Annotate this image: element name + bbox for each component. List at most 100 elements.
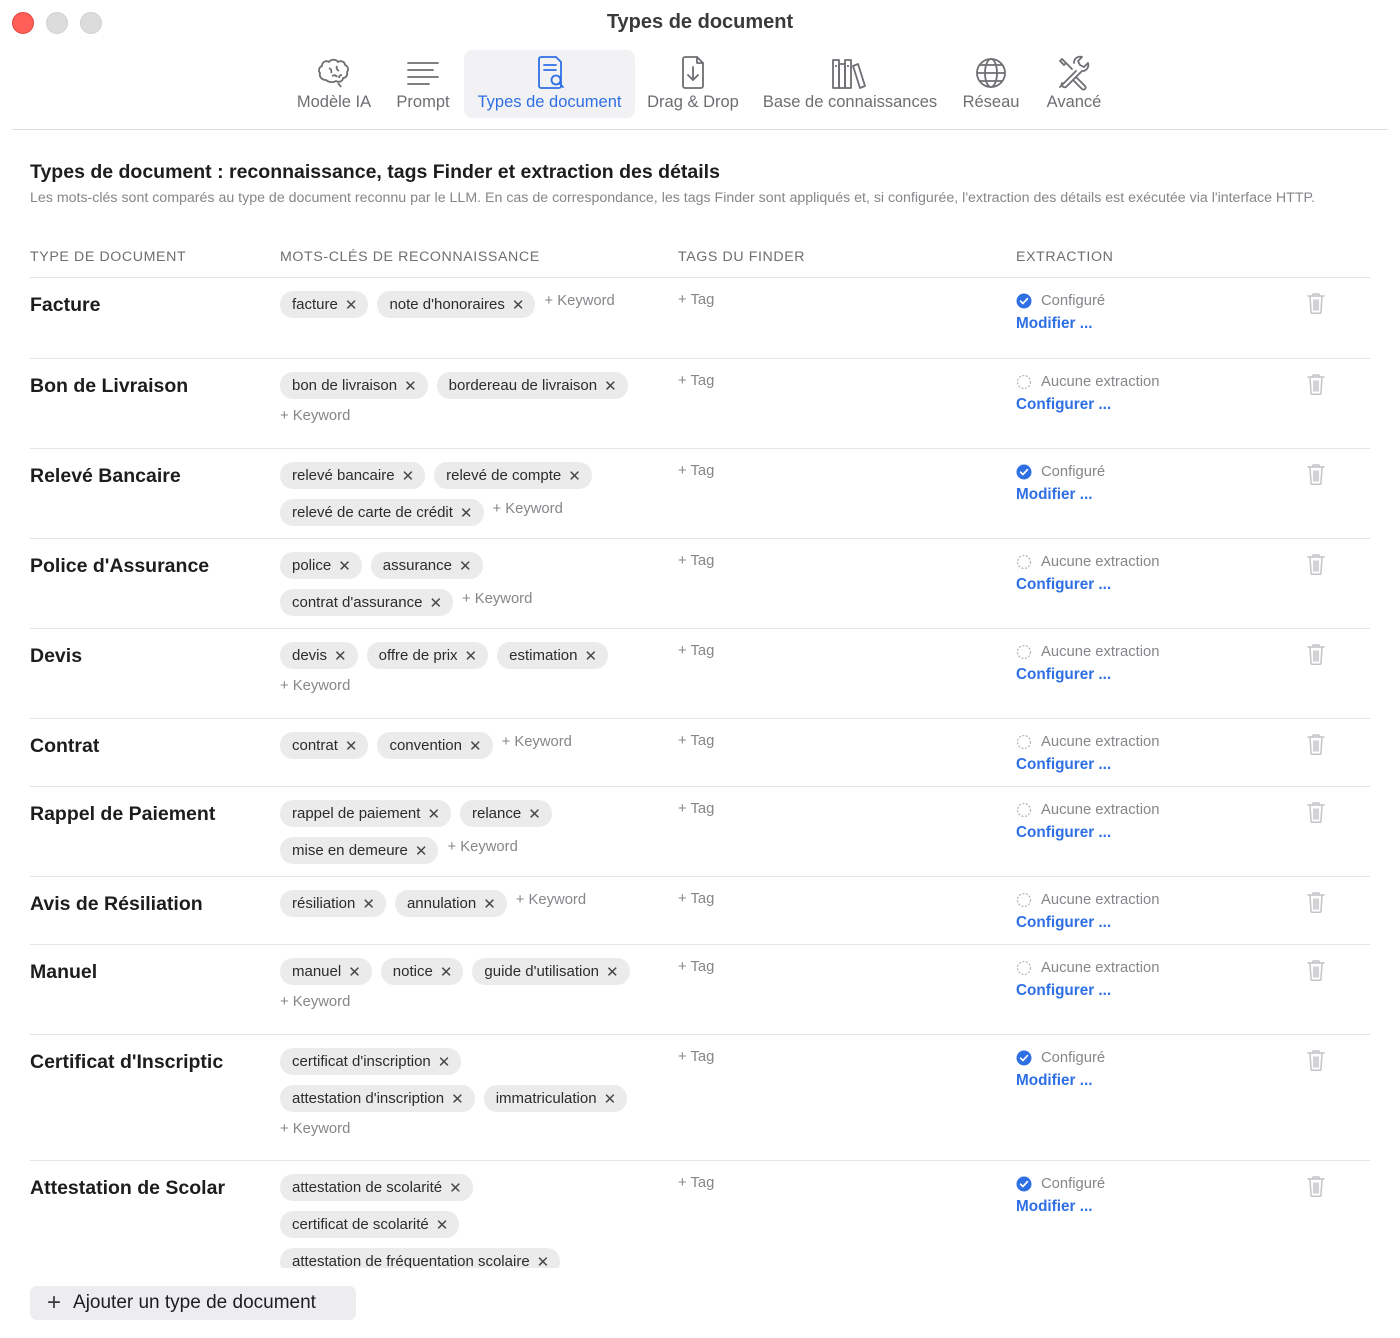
extraction-status: Aucune extraction: [1016, 552, 1159, 572]
remove-keyword-icon[interactable]: ✕: [483, 895, 496, 913]
extraction-status: Configuré: [1016, 1048, 1105, 1068]
add-keyword-button[interactable]: + Keyword: [447, 834, 517, 861]
configure-extraction-link[interactable]: Configurer ...: [1016, 914, 1159, 932]
trash-icon[interactable]: [1306, 552, 1326, 576]
add-keyword-button[interactable]: + Keyword: [462, 586, 532, 613]
document-type-name[interactable]: Rappel de Paiement: [30, 803, 228, 826]
extraction-status-label: Aucune extraction: [1041, 644, 1160, 660]
trash-icon[interactable]: [1306, 462, 1326, 486]
document-type-name[interactable]: Devis: [30, 645, 228, 668]
remove-keyword-icon[interactable]: ✕: [429, 594, 442, 612]
remove-keyword-icon[interactable]: ✕: [338, 557, 351, 575]
remove-keyword-icon[interactable]: ✕: [604, 1090, 617, 1108]
document-type-name[interactable]: Attestation de Scolar: [30, 1177, 228, 1200]
remove-keyword-icon[interactable]: ✕: [469, 737, 482, 755]
tab-types-de-document[interactable]: Types de document: [464, 50, 635, 118]
configure-extraction-link[interactable]: Configurer ...: [1016, 982, 1159, 1000]
modify-extraction-link[interactable]: Modifier ...: [1016, 315, 1105, 333]
add-keyword-button[interactable]: + Keyword: [280, 1116, 350, 1143]
add-tag-button[interactable]: + Tag: [678, 643, 714, 659]
remove-keyword-icon[interactable]: ✕: [404, 377, 417, 395]
document-type-name[interactable]: Bon de Livraison: [30, 375, 228, 398]
remove-keyword-icon[interactable]: ✕: [568, 467, 581, 485]
modify-extraction-link[interactable]: Modifier ...: [1016, 1072, 1105, 1090]
remove-keyword-icon[interactable]: ✕: [451, 1090, 464, 1108]
trash-icon[interactable]: [1306, 958, 1326, 982]
remove-keyword-icon[interactable]: ✕: [438, 1053, 451, 1071]
add-tag-button[interactable]: + Tag: [678, 463, 714, 479]
tab-avance[interactable]: Avancé: [1038, 50, 1110, 118]
table-row: Facture facture ✕ note d'honoraires ✕ + Keywo…: [30, 278, 1370, 359]
tab-modele-ia[interactable]: Modèle IA: [290, 50, 378, 118]
tab-drag-and-drop[interactable]: Drag & Drop: [642, 50, 744, 118]
configure-extraction-link[interactable]: Configurer ...: [1016, 824, 1159, 842]
tab-prompt[interactable]: Prompt: [389, 50, 457, 118]
remove-keyword-icon[interactable]: ✕: [345, 737, 358, 755]
trash-icon[interactable]: [1306, 890, 1326, 914]
remove-keyword-icon[interactable]: ✕: [345, 296, 358, 314]
document-type-name[interactable]: Contrat: [30, 735, 228, 758]
add-keyword-button[interactable]: + Keyword: [493, 496, 563, 523]
remove-keyword-icon[interactable]: ✕: [537, 1253, 550, 1269]
document-type-name[interactable]: Police d'Assurance: [30, 555, 228, 578]
trash-icon[interactable]: [1306, 732, 1326, 756]
remove-keyword-icon[interactable]: ✕: [465, 647, 478, 665]
trash-icon[interactable]: [1306, 800, 1326, 824]
add-keyword-button[interactable]: + Keyword: [502, 729, 572, 756]
keyword-chip-label: rappel de paiement: [292, 805, 421, 822]
add-keyword-button[interactable]: + Keyword: [544, 288, 614, 315]
add-tag-button[interactable]: + Tag: [678, 733, 714, 749]
remove-keyword-icon[interactable]: ✕: [585, 647, 598, 665]
add-tag-button[interactable]: + Tag: [678, 292, 714, 308]
add-tag-button[interactable]: + Tag: [678, 553, 714, 569]
configure-extraction-link[interactable]: Configurer ...: [1016, 756, 1159, 774]
remove-keyword-icon[interactable]: ✕: [604, 377, 617, 395]
trash-icon[interactable]: [1306, 291, 1326, 315]
remove-keyword-icon[interactable]: ✕: [606, 963, 619, 981]
document-type-name[interactable]: Facture: [30, 294, 228, 317]
remove-keyword-icon[interactable]: ✕: [427, 805, 440, 823]
trash-icon[interactable]: [1306, 1048, 1326, 1072]
configure-extraction-link[interactable]: Configurer ...: [1016, 666, 1159, 684]
document-type-name[interactable]: Relevé Bancaire: [30, 465, 228, 488]
document-type-name[interactable]: Avis de Résiliation: [30, 893, 228, 916]
modify-extraction-link[interactable]: Modifier ...: [1016, 486, 1105, 504]
add-keyword-button[interactable]: + Keyword: [516, 887, 586, 914]
add-tag-button[interactable]: + Tag: [678, 959, 714, 975]
remove-keyword-icon[interactable]: ✕: [348, 963, 361, 981]
add-tag-button[interactable]: + Tag: [678, 891, 714, 907]
extraction-status-label: Aucune extraction: [1041, 802, 1160, 818]
document-type-name[interactable]: Manuel: [30, 961, 228, 984]
remove-keyword-icon[interactable]: ✕: [512, 296, 525, 314]
tab-reseau[interactable]: Réseau: [956, 50, 1026, 118]
remove-keyword-icon[interactable]: ✕: [415, 842, 428, 860]
add-keyword-button[interactable]: + Keyword: [280, 403, 350, 430]
add-document-type-button[interactable]: + Ajouter un type de document: [30, 1286, 356, 1320]
add-tag-button[interactable]: + Tag: [678, 1049, 714, 1065]
add-tag-button[interactable]: + Tag: [678, 801, 714, 817]
add-keyword-button[interactable]: + Keyword: [280, 989, 350, 1016]
add-tag-button[interactable]: + Tag: [678, 1175, 714, 1191]
remove-keyword-icon[interactable]: ✕: [449, 1179, 462, 1197]
remove-keyword-icon[interactable]: ✕: [402, 467, 415, 485]
tab-base-de-connaissances[interactable]: Base de connaissances: [756, 50, 944, 118]
document-type-name[interactable]: Certificat d'Inscriptic: [30, 1051, 228, 1074]
remove-keyword-icon[interactable]: ✕: [528, 805, 541, 823]
configure-extraction-link[interactable]: Configurer ...: [1016, 396, 1159, 414]
remove-keyword-icon[interactable]: ✕: [362, 895, 375, 913]
add-tag-button[interactable]: + Tag: [678, 373, 714, 389]
remove-keyword-icon[interactable]: ✕: [334, 647, 347, 665]
keyword-chip: annulation ✕: [394, 890, 507, 917]
modify-extraction-link[interactable]: Modifier ...: [1016, 1198, 1105, 1216]
add-keyword-button[interactable]: + Keyword: [280, 673, 350, 700]
remove-keyword-icon[interactable]: ✕: [436, 1216, 449, 1234]
keyword-chip: relevé de compte ✕: [434, 462, 592, 489]
trash-icon[interactable]: [1306, 642, 1326, 666]
remove-keyword-icon[interactable]: ✕: [459, 557, 472, 575]
remove-keyword-icon[interactable]: ✕: [440, 963, 453, 981]
remove-keyword-icon[interactable]: ✕: [460, 504, 473, 522]
keyword-chip-label: manuel: [292, 963, 342, 980]
trash-icon[interactable]: [1306, 372, 1326, 396]
configure-extraction-link[interactable]: Configurer ...: [1016, 576, 1159, 594]
trash-icon[interactable]: [1306, 1174, 1326, 1198]
